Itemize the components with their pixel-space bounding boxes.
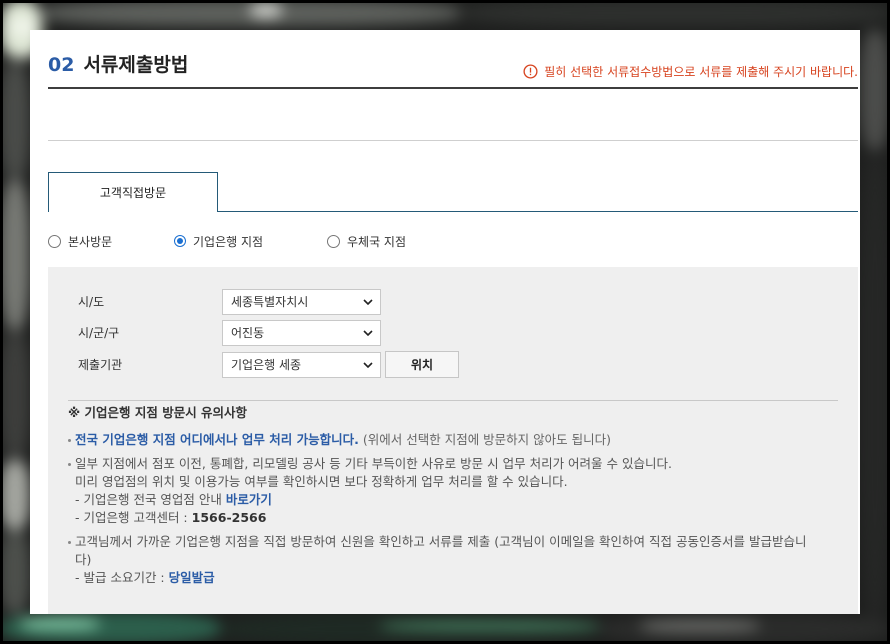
branch-selection-box: 시/도 세종특별자치시 시/군/구 어진동 제출기관 기업은행 세종 위치 ※ … [48, 267, 858, 614]
radio-circle [48, 234, 61, 248]
alert-circle-icon [523, 63, 538, 79]
tab-label: 고객직접방문 [99, 186, 167, 200]
submission-branch-select[interactable]: 기업은행 세종 [222, 352, 381, 378]
submission-branch-label: 제출기관 [78, 358, 123, 372]
sido-label: 시/도 [78, 295, 105, 309]
bullet-dot [68, 463, 71, 466]
background-blob [640, 620, 760, 632]
background-blob [0, 460, 30, 530]
background-blob [0, 530, 30, 614]
call-center-number: 1566-2566 [191, 510, 267, 525]
radio-circle [174, 235, 186, 247]
location-button[interactable]: 위치 [385, 351, 459, 378]
background-blob [860, 30, 890, 150]
sigungu-select[interactable]: 어진동 [222, 320, 381, 346]
submission-notice: 필히 선택한 서류접수방법으로 서류를 제출해 주시기 바랍니다. [523, 63, 858, 79]
guide-sub-line: - 발급 소요기간 : 당일발급 [75, 569, 853, 587]
visit-guide: ※ 기업은행 지점 방문시 유의사항 전국 기업은행 지점 어디에서나 업무 처… [68, 404, 853, 587]
guide-highlight: 전국 기업은행 지점 어디에서나 업무 처리 가능합니다. [75, 432, 359, 447]
guide-line: 일부 지점에서 점포 이전, 통폐합, 리모델링 공사 등 기타 부득이한 사유… [75, 456, 672, 471]
radio-post-office-branch[interactable]: 우체국 지점 [327, 233, 406, 249]
section-title: 02 서류제출방법 [48, 52, 188, 78]
section-title-text: 서류제출방법 [83, 54, 189, 76]
guide-line: 다) [75, 552, 92, 567]
section-divider [48, 140, 858, 141]
notice-text: 필히 선택한 서류접수방법으로 서류를 제출해 주시기 바랍니다. [544, 64, 858, 79]
guide-line: 미리 영업점의 위치 및 이용가능 여부를 확인하시면 보다 정확하게 업무 처… [75, 474, 568, 489]
sigungu-label: 시/군/구 [78, 326, 120, 340]
issue-period-value: 당일발급 [168, 570, 215, 585]
background-blob [250, 2, 282, 18]
radio-label: 기업은행 지점 [193, 234, 264, 249]
background-blob [0, 330, 30, 460]
document-submission-panel: 02 서류제출방법 필히 선택한 서류접수방법으로 서류를 제출해 주시기 바랍니… [30, 30, 860, 614]
tab-customer-direct-visit[interactable]: 고객직접방문 [48, 172, 218, 212]
branch-directory-link[interactable]: 바로가기 [226, 492, 272, 507]
guide-line: 고객님께서 가까운 기업은행 지점을 직접 방문하여 신원을 확인하고 서류를 … [75, 534, 807, 549]
guide-heading: ※ 기업은행 지점 방문시 유의사항 [68, 405, 248, 420]
guide-sub-text: - 발급 소요기간 : [75, 570, 165, 585]
guide-item: 일부 지점에서 점포 이전, 통폐합, 리모델링 공사 등 기타 부득이한 사유… [68, 455, 853, 527]
guide-sub-line: - 기업은행 전국 영업점 안내 바로가기 [75, 491, 853, 509]
background-blob [0, 60, 30, 180]
background-blob [860, 150, 890, 620]
radio-ibk-branch[interactable]: 기업은행 지점 [174, 233, 263, 249]
bullet-dot [68, 541, 71, 544]
sido-select[interactable]: 세종특별자치시 [222, 289, 381, 315]
guide-line: 전국 기업은행 지점 어디에서나 업무 처리 가능합니다. (위에서 선택한 지점… [75, 431, 853, 449]
guide-sub-line: - 기업은행 고객센터 :1566-2566 [75, 509, 853, 527]
background-blob [380, 622, 600, 630]
radio-head-office-visit[interactable]: 본사방문 [48, 233, 112, 249]
sigungu-select-wrapper: 어진동 [222, 320, 381, 346]
radio-dot [177, 238, 183, 244]
section-number: 02 [48, 54, 75, 76]
sido-select-wrapper: 세종특별자치시 [222, 289, 381, 315]
guide-note: (위에서 선택한 지점에 방문하지 않아도 됩니다) [362, 432, 611, 447]
radio-circle [327, 234, 340, 248]
guide-item: 전국 기업은행 지점 어디에서나 업무 처리 가능합니다. (위에서 선택한 지점… [68, 431, 853, 449]
background-blob [0, 180, 30, 330]
header-divider [48, 87, 858, 89]
background-blob [20, 618, 100, 630]
guide-sub-text: - 기업은행 전국 영업점 안내 [75, 492, 222, 507]
bullet-dot [68, 439, 71, 442]
submission-branch-select-wrapper: 기업은행 세종 [222, 352, 381, 378]
radio-label: 우체국 지점 [347, 234, 407, 249]
background-blob [460, 0, 890, 26]
radio-label: 본사방문 [68, 234, 113, 249]
guide-item: 고객님께서 가까운 기업은행 지점을 직접 방문하여 신원을 확인하고 서류를 … [68, 533, 853, 587]
guide-divider [68, 400, 838, 401]
guide-sub-text: - 기업은행 고객센터 : [75, 510, 188, 525]
